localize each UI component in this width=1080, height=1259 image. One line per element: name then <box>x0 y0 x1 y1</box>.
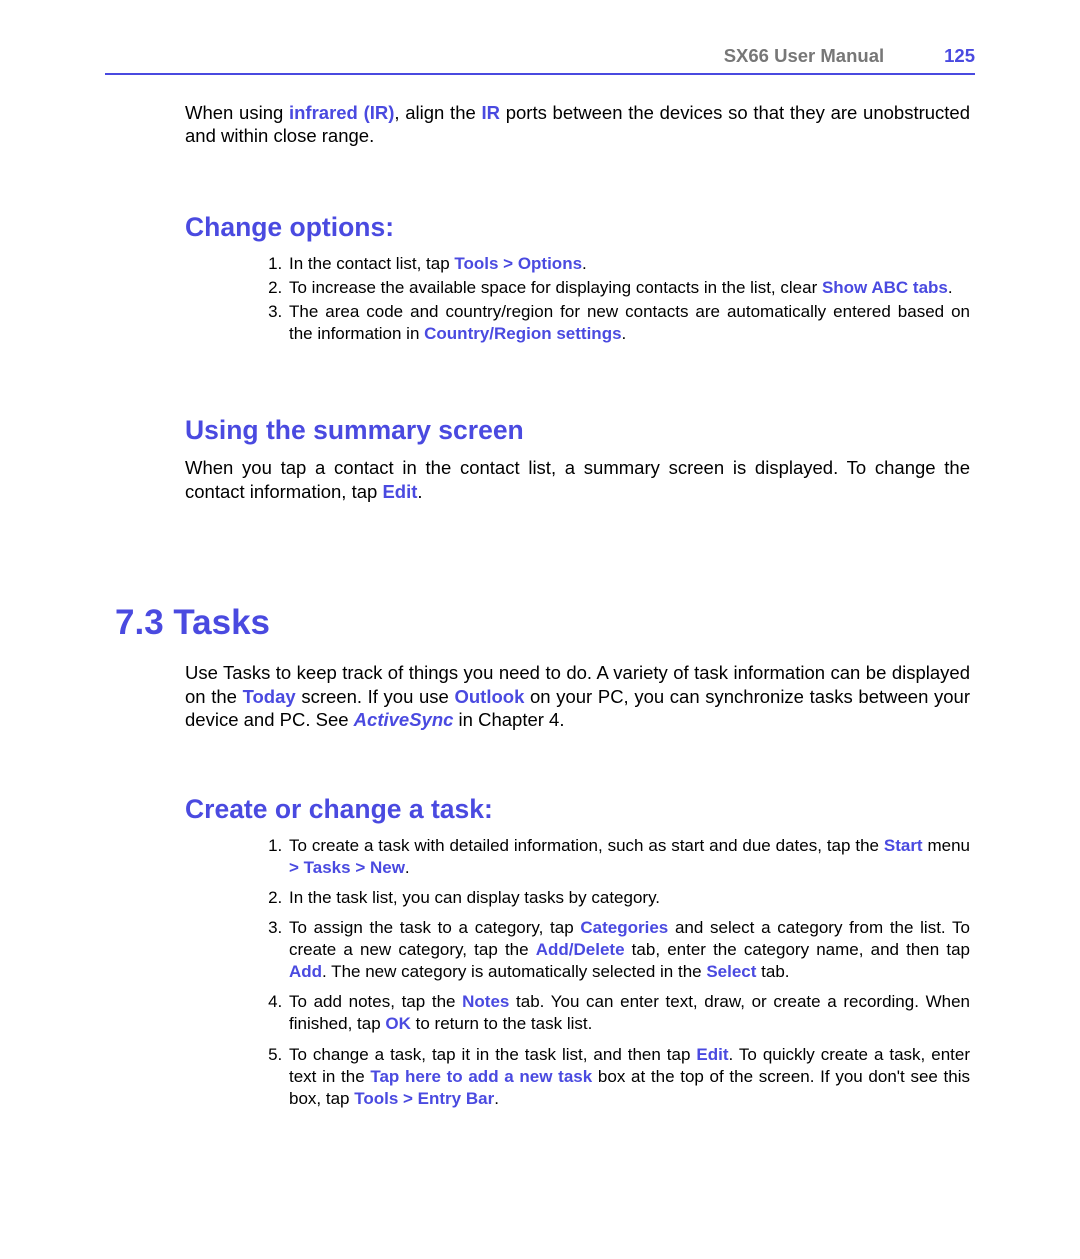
keyword-start: Start <box>884 836 923 855</box>
list-item: In the task list, you can display tasks … <box>287 887 970 909</box>
keyword-tap-here: Tap here to add a new task <box>370 1067 592 1086</box>
text: When you tap a contact in the contact li… <box>185 457 970 501</box>
list-item: In the contact list, tap Tools > Options… <box>287 253 970 275</box>
text: . <box>948 278 953 297</box>
keyword-ok: OK <box>385 1014 411 1033</box>
text: to return to the task list. <box>411 1014 592 1033</box>
keyword-ir: IR <box>482 102 501 123</box>
keyword-country-region: Country/Region settings <box>424 324 621 343</box>
text: menu <box>923 836 970 855</box>
intro-paragraph: When using infrared (IR), align the IR p… <box>185 101 970 148</box>
document-page: SX66 User Manual 125 When using infrared… <box>0 0 1080 1178</box>
keyword-tools-entry-bar: Tools > Entry Bar <box>354 1089 494 1108</box>
text: . <box>405 858 410 877</box>
keyword-add: Add <box>289 962 322 981</box>
keyword-activesync: ActiveSync <box>354 709 454 730</box>
keyword-outlook: Outlook <box>454 686 524 707</box>
keyword-categories: Categories <box>580 918 668 937</box>
text: To create a task with detailed informati… <box>289 836 884 855</box>
keyword-tasks-new: > Tasks > New <box>289 858 405 877</box>
heading-change-options: Change options: <box>185 212 970 243</box>
list-item: To assign the task to a category, tap Ca… <box>287 917 970 983</box>
page-header: SX66 User Manual 125 <box>105 45 975 75</box>
text: tab. <box>756 962 789 981</box>
text: To change a task, tap it in the task lis… <box>289 1045 696 1064</box>
list-item: To create a task with detailed informati… <box>287 835 970 879</box>
list-item: The area code and country/region for new… <box>287 301 970 345</box>
heading-summary-screen: Using the summary screen <box>185 415 970 446</box>
header-title: SX66 User Manual <box>724 45 884 67</box>
keyword-edit: Edit <box>382 481 417 502</box>
text: . <box>622 324 627 343</box>
text: . <box>494 1089 499 1108</box>
text: In the task list, you can display tasks … <box>289 888 660 907</box>
create-task-list: To create a task with detailed informati… <box>287 835 970 1110</box>
text: To increase the available space for disp… <box>289 278 822 297</box>
text: In the contact list, tap <box>289 254 454 273</box>
text: To assign the task to a category, tap <box>289 918 580 937</box>
keyword-select: Select <box>706 962 756 981</box>
text: The area code and country/region for new… <box>289 302 970 343</box>
text: To add notes, tap the <box>289 992 462 1011</box>
summary-paragraph: When you tap a contact in the contact li… <box>185 456 970 503</box>
text: , align the <box>394 102 481 123</box>
keyword-today: Today <box>243 686 296 707</box>
keyword-notes: Notes <box>462 992 509 1011</box>
heading-create-task: Create or change a task: <box>185 794 970 825</box>
list-item: To add notes, tap the Notes tab. You can… <box>287 991 970 1035</box>
list-item: To change a task, tap it in the task lis… <box>287 1044 970 1110</box>
page-content: When using infrared (IR), align the IR p… <box>105 101 975 1110</box>
keyword-show-abc-tabs: Show ABC tabs <box>822 278 948 297</box>
text: . The new category is automatically sele… <box>322 962 706 981</box>
keyword-tools-options: Tools > Options <box>454 254 582 273</box>
tasks-paragraph: Use Tasks to keep track of things you ne… <box>185 661 970 731</box>
keyword-add-delete: Add/Delete <box>536 940 625 959</box>
header-page-number: 125 <box>944 45 975 67</box>
text: screen. If you use <box>296 686 455 707</box>
keyword-infrared: infrared (IR) <box>289 102 394 123</box>
text: . <box>417 481 422 502</box>
list-item: To increase the available space for disp… <box>287 277 970 299</box>
keyword-edit2: Edit <box>696 1045 728 1064</box>
change-options-list: In the contact list, tap Tools > Options… <box>287 253 970 345</box>
text: in Chapter 4. <box>453 709 564 730</box>
text: . <box>582 254 587 273</box>
text: When using <box>185 102 289 123</box>
text: tab, enter the category name, and then t… <box>625 940 970 959</box>
heading-tasks: 7.3 Tasks <box>115 603 970 643</box>
